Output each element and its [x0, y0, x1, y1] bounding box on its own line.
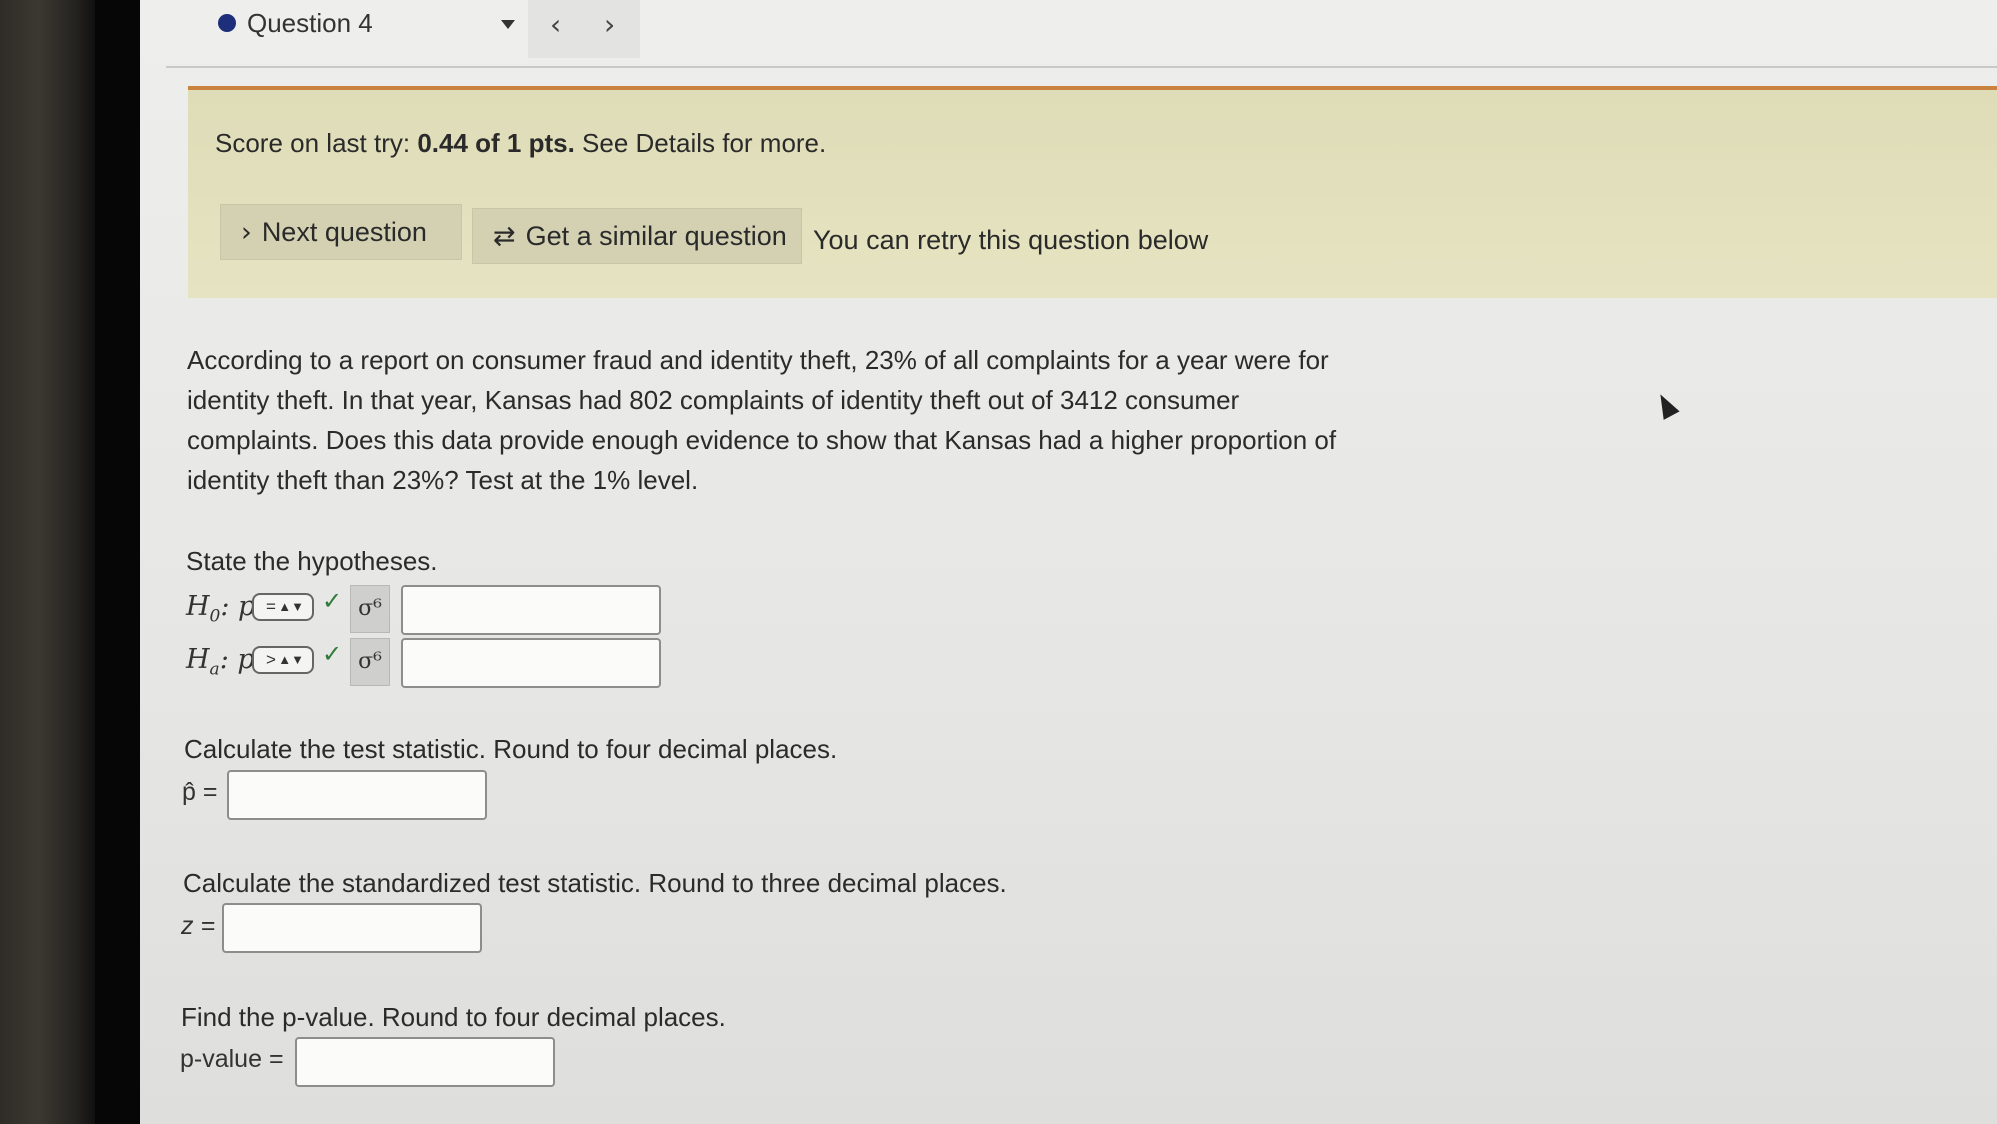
score-prefix: Score on last try:: [215, 128, 418, 158]
p-value-input[interactable]: [295, 1037, 555, 1087]
score-banner: Score on last try: 0.44 of 1 pts. See De…: [188, 86, 1997, 298]
null-operator-select[interactable]: = ▲▼: [252, 593, 314, 621]
symbol-palette-button[interactable]: σ⁶: [350, 638, 390, 686]
p-hat-label: p̂ =: [182, 778, 218, 806]
next-question-icon[interactable]: ›: [604, 8, 615, 41]
null-hypothesis-value-input[interactable]: [401, 585, 661, 635]
previous-question-icon[interactable]: ‹: [550, 8, 561, 41]
checkmark-icon: ✓: [322, 640, 343, 668]
z-input[interactable]: [222, 903, 482, 953]
monitor-bezel: [0, 0, 95, 1124]
hypotheses-prompt: State the hypotheses.: [186, 546, 438, 576]
question-nav: Question 4 ‹ ›: [166, 0, 1997, 68]
question-arrows: ‹ ›: [528, 0, 640, 58]
alternative-hypothesis-value-input[interactable]: [401, 638, 661, 688]
similar-question-button[interactable]: ⇄ Get a similar question: [472, 208, 802, 264]
score-value: 0.44 of 1 pts.: [417, 128, 575, 158]
score-details-text[interactable]: See Details for more.: [575, 128, 826, 158]
p-hat-input[interactable]: [227, 770, 487, 820]
alternative-operator-select[interactable]: > ▲▼: [252, 646, 314, 674]
next-question-label: Next question: [261, 217, 427, 247]
monitor-bezel-inner: [95, 0, 140, 1124]
chevron-right-icon: ›: [241, 217, 252, 248]
question-status-dot: [218, 14, 236, 32]
retry-message: You can retry this question below: [813, 225, 1209, 255]
z-label: z =: [181, 912, 216, 940]
null-hypothesis-label: H0: p: [186, 591, 256, 627]
p-value-prompt: Find the p-value. Round to four decimal …: [181, 1002, 726, 1032]
similar-question-label: Get a similar question: [525, 221, 787, 251]
alternative-hypothesis-label: Ha: p: [186, 644, 255, 680]
screen: Question 4 ‹ › Score on last try: 0.44 o…: [140, 0, 1997, 1124]
score-text: Score on last try: 0.44 of 1 pts. See De…: [215, 128, 826, 159]
alternative-hypothesis-row: Ha: p > ▲▼ ✓ σ⁶: [186, 638, 661, 688]
p-value-label: p-value =: [180, 1045, 284, 1073]
question-selector-label[interactable]: Question 4: [247, 8, 373, 39]
test-statistic-prompt: Calculate the test statistic. Round to f…: [184, 734, 838, 764]
problem-statement: According to a report on consumer fraud …: [187, 345, 1337, 495]
dropdown-caret-icon[interactable]: [501, 20, 515, 29]
next-question-button[interactable]: › Next question: [220, 204, 462, 260]
mouse-cursor-icon: [1652, 390, 1680, 420]
refresh-icon: ⇄: [493, 221, 516, 252]
null-hypothesis-row: H0: p = ▲▼ ✓ σ⁶: [186, 585, 661, 635]
symbol-palette-button[interactable]: σ⁶: [350, 585, 390, 633]
z-statistic-prompt: Calculate the standardized test statisti…: [183, 868, 1007, 898]
checkmark-icon: ✓: [322, 587, 343, 615]
